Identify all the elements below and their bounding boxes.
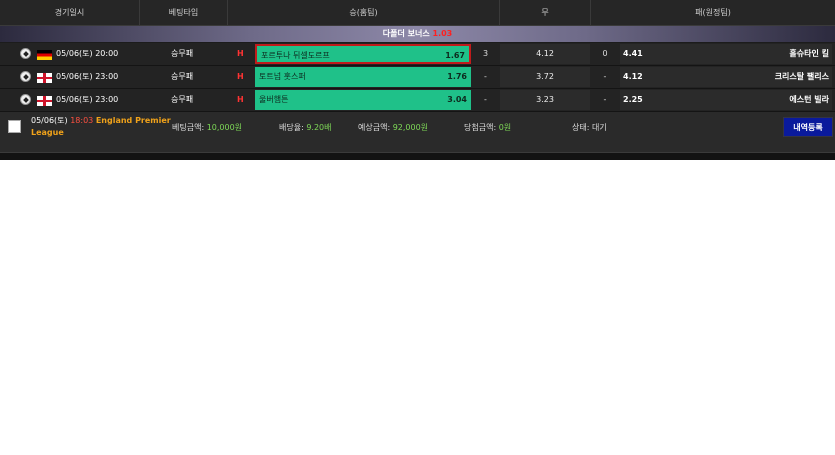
away-odds-button[interactable]: 4.12 크리스탈 팰리스	[620, 67, 832, 87]
home-odds: 1.67	[445, 51, 465, 60]
bet-rate-label: 배당율:	[279, 123, 304, 132]
bet-type: 승무패	[171, 95, 194, 104]
away-team: 에스턴 빌라	[789, 95, 829, 104]
multi-folder-bonus: 다폴더 보너스 1.03	[0, 26, 835, 42]
home-team: 울버햄튼	[259, 95, 289, 104]
table-row: 05/06(토) 23:00 승무패 H 울버햄튼 3.04 - 3.23 - …	[0, 89, 835, 112]
win-amount-label: 당첨금액:	[464, 123, 497, 132]
home-marker: H	[237, 95, 244, 104]
summary-date-text: 05/06(토)	[31, 116, 68, 125]
handicap-value: 3	[482, 49, 489, 58]
away-odds: 2.25	[623, 95, 643, 104]
home-odds-button[interactable]: 울버햄튼 3.04	[255, 90, 471, 110]
home-team: 포르투나 뒤셀도르프	[261, 51, 330, 60]
bet-status: 상태: 대기	[572, 122, 607, 133]
header-home: 승(홈팀)	[228, 0, 500, 25]
draw-line-value: 0	[602, 49, 608, 58]
draw-odds-button[interactable]: 3.23	[500, 90, 590, 110]
win-amount-value: 0원	[498, 123, 512, 132]
bonus-value: 1.03	[432, 29, 453, 38]
away-odds-button[interactable]: 4.41 홀슈타인 킬	[620, 44, 832, 64]
summary-time: 18:03	[70, 116, 94, 125]
bonus-label: 다폴더 보너스	[382, 29, 430, 38]
home-odds: 3.04	[447, 95, 467, 104]
home-odds-button[interactable]: 토트넘 홋스퍼 1.76	[255, 67, 471, 87]
home-odds: 1.76	[447, 72, 467, 81]
away-team: 홀슈타인 킬	[789, 49, 829, 58]
match-datetime: 05/06(토) 23:00	[56, 72, 119, 81]
register-history-button[interactable]: 내역등록	[783, 117, 833, 137]
home-odds-button[interactable]: 포르투나 뒤셀도르프 1.67	[255, 44, 471, 64]
expected-amount-value: 92,000원	[392, 123, 429, 132]
summary-date: 05/06(토) 18:03 England Premier League	[31, 115, 171, 139]
bet-summary-bar: 05/06(토) 18:03 England Premier League 베팅…	[0, 112, 835, 152]
away-odds: 4.12	[623, 72, 643, 81]
betting-history-panel: 경기일시 베팅타입 승(홈팀) 무 패(원정팀) 다폴더 보너스 1.03 05…	[0, 0, 835, 160]
draw-odds-button[interactable]: 3.72	[500, 67, 590, 87]
bet-rate-value: 9.20배	[306, 123, 332, 132]
away-odds-button[interactable]: 2.25 에스턴 빌라	[620, 90, 832, 110]
bet-amount-value: 10,000원	[206, 123, 243, 132]
bet-rate: 배당율: 9.20배	[279, 122, 332, 133]
draw-line-value: -	[603, 95, 607, 104]
table-row: 05/06(토) 23:00 승무패 H 토트넘 홋스퍼 1.76 - 3.72…	[0, 66, 835, 89]
bet-status-value: 대기	[591, 123, 607, 132]
match-datetime: 05/06(토) 23:00	[56, 95, 119, 104]
expected-amount: 예상금액: 92,000원	[358, 122, 428, 133]
away-team: 크리스탈 팰리스	[774, 72, 829, 81]
match-datetime: 05/06(토) 20:00	[56, 49, 119, 58]
soccer-ball-icon	[20, 94, 31, 105]
handicap-value: -	[484, 95, 487, 104]
home-team: 토트넘 홋스퍼	[259, 72, 306, 81]
header-away: 패(원정팀)	[695, 8, 731, 17]
handicap-value: -	[484, 72, 487, 81]
bet-status-label: 상태:	[572, 123, 590, 132]
select-checkbox[interactable]	[8, 120, 21, 133]
panel-bottom-divider	[0, 152, 835, 160]
draw-line-value: -	[603, 72, 607, 81]
england-flag-icon	[37, 96, 52, 106]
bet-type: 승무패	[171, 72, 194, 81]
win-amount: 당첨금액: 0원	[464, 122, 511, 133]
expected-amount-label: 예상금액:	[358, 123, 391, 132]
table-row: 05/06(토) 20:00 승무패 H 포르투나 뒤셀도르프 1.67 3 4…	[0, 43, 835, 66]
header-datetime: 경기일시	[0, 0, 140, 25]
soccer-ball-icon	[20, 48, 31, 59]
table-header: 경기일시 베팅타입 승(홈팀) 무 패(원정팀)	[0, 0, 835, 26]
soccer-ball-icon	[20, 71, 31, 82]
header-bet-type: 베팅타입	[140, 0, 228, 25]
home-marker: H	[237, 49, 244, 58]
draw-odds-button[interactable]: 4.12	[500, 44, 590, 64]
header-draw: 무	[500, 0, 591, 25]
away-odds: 4.41	[623, 49, 643, 58]
bet-type: 승무패	[171, 49, 194, 58]
england-flag-icon	[37, 73, 52, 83]
germany-flag-icon	[37, 50, 52, 60]
home-marker: H	[237, 72, 244, 81]
bet-amount-label: 베팅금액:	[172, 123, 205, 132]
bet-amount: 베팅금액: 10,000원	[172, 122, 242, 133]
